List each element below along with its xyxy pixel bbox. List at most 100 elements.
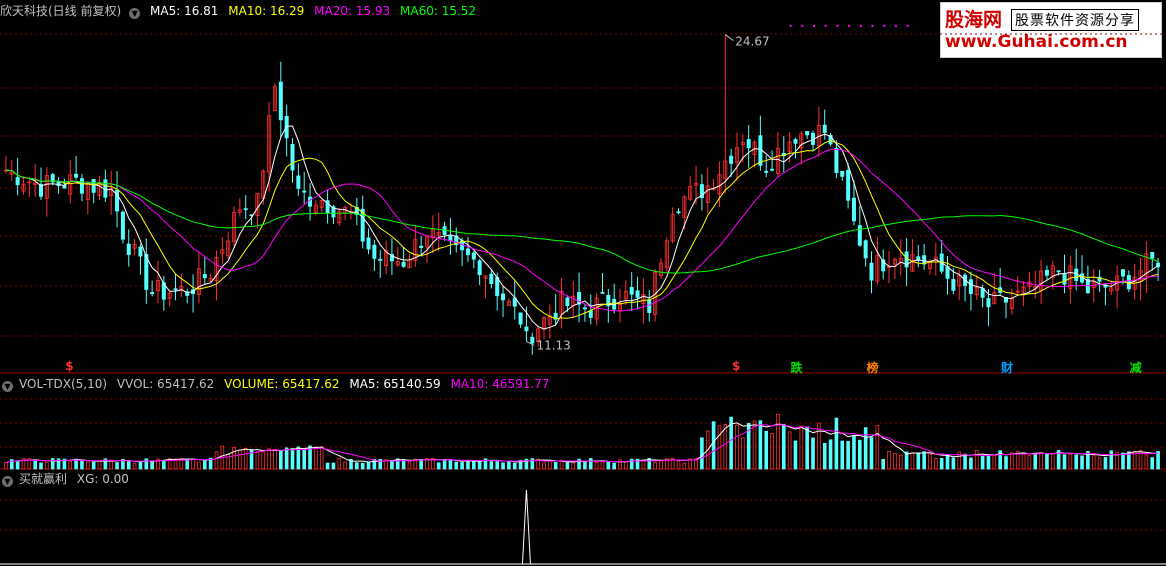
volume-bar <box>893 452 897 470</box>
candle-body <box>1120 269 1125 277</box>
volume-bar <box>793 440 798 470</box>
candle-body <box>1044 269 1049 276</box>
volume-bar <box>1068 453 1073 470</box>
event-marker-0[interactable]: $ <box>65 359 73 373</box>
volume-bar <box>676 460 681 470</box>
candle-body <box>524 326 529 332</box>
volume-bar <box>355 462 359 470</box>
volume-bar <box>1021 452 1026 470</box>
candle-body <box>477 260 482 276</box>
ma20-line <box>5 148 1159 312</box>
volume-bar <box>922 451 926 470</box>
volume-bar <box>1074 454 1078 470</box>
candle-body <box>922 255 927 265</box>
volume-bar <box>261 451 266 470</box>
volume-bar <box>501 462 505 470</box>
candle-body <box>869 262 874 281</box>
volume-bar <box>343 461 347 470</box>
volume-bar <box>951 457 956 470</box>
volume-bar <box>191 458 195 470</box>
volume-bar <box>372 458 377 470</box>
volume-bar <box>279 450 283 470</box>
volume-bar <box>109 459 113 470</box>
candle-body <box>1062 273 1067 285</box>
candle-body <box>378 258 383 261</box>
candle-body <box>851 197 856 222</box>
volume-bar <box>776 413 780 470</box>
event-marker-1[interactable]: $ <box>732 359 740 373</box>
candle-body <box>1126 275 1131 290</box>
volume-bar <box>126 461 131 470</box>
event-marker-3[interactable]: 榜 <box>867 359 879 376</box>
volume-bar <box>290 448 295 470</box>
volume-bar <box>974 449 979 470</box>
candle-body <box>764 170 769 173</box>
candle-body <box>629 287 634 295</box>
volume-bar <box>238 449 242 470</box>
trail-dot <box>801 24 804 27</box>
volume-bar <box>214 451 219 470</box>
xg-signal-spike <box>521 489 531 565</box>
volume-bar <box>869 437 874 470</box>
ma10-line <box>5 139 1159 320</box>
volume-bar <box>419 459 423 470</box>
trail-dot <box>894 24 897 27</box>
candle-body <box>202 274 207 279</box>
candle-body <box>296 175 301 189</box>
xg-chart[interactable] <box>0 470 1166 566</box>
volume-bar <box>1091 455 1096 470</box>
candle-body <box>840 170 845 177</box>
volume-bar <box>811 437 815 470</box>
candle-body <box>834 147 839 173</box>
volume-bar <box>1097 457 1102 470</box>
volume-bar <box>466 459 470 470</box>
candle-body <box>518 312 523 325</box>
volume-bar <box>600 461 605 470</box>
volume-bar <box>758 420 763 470</box>
volume-bar <box>267 448 271 470</box>
candle-body <box>173 288 178 291</box>
volume-bar <box>822 442 827 470</box>
low-label: 11.13 <box>536 338 570 352</box>
volume-bar <box>682 462 687 470</box>
volume-bar <box>898 454 903 470</box>
volume-bar <box>752 420 757 470</box>
volume-bar <box>1062 454 1067 470</box>
volume-chart[interactable] <box>0 375 1166 471</box>
event-marker-2[interactable]: 跌 <box>790 359 802 376</box>
volume-bar <box>4 462 8 470</box>
candle-body <box>1056 270 1061 273</box>
volume-bar <box>314 446 318 470</box>
volume-bar <box>115 462 119 470</box>
event-marker-4[interactable]: 财 <box>1001 359 1013 376</box>
volume-bar <box>296 446 301 470</box>
candle-body <box>465 248 470 256</box>
volume-bar <box>1121 452 1125 470</box>
volume-bar <box>588 458 593 470</box>
trail-dot <box>859 24 862 27</box>
candle-body <box>15 177 20 186</box>
candle-body <box>495 277 500 297</box>
volume-bar <box>489 460 494 470</box>
volume-bar <box>934 458 938 470</box>
event-marker-5[interactable]: 减 <box>1130 359 1142 376</box>
candle-body <box>126 243 131 255</box>
ma5-line <box>5 125 1159 330</box>
candle-body <box>243 208 248 211</box>
volume-bar <box>928 453 932 470</box>
volume-bar <box>337 458 342 470</box>
volume-bar <box>594 462 599 470</box>
volume-bar <box>787 431 792 470</box>
volume-bar <box>1156 451 1160 470</box>
candle-body <box>308 196 313 207</box>
volume-bar <box>1109 450 1114 470</box>
volume-bar <box>606 461 611 470</box>
volume-bar <box>91 461 96 470</box>
volume-bar <box>828 439 833 470</box>
candle-body <box>302 190 307 193</box>
volume-bar <box>39 462 43 470</box>
volume-bar <box>74 458 78 470</box>
volume-bar <box>454 461 459 470</box>
volume-bar <box>243 447 248 470</box>
price-chart[interactable]: 24.67 11.13 <box>0 0 1166 374</box>
